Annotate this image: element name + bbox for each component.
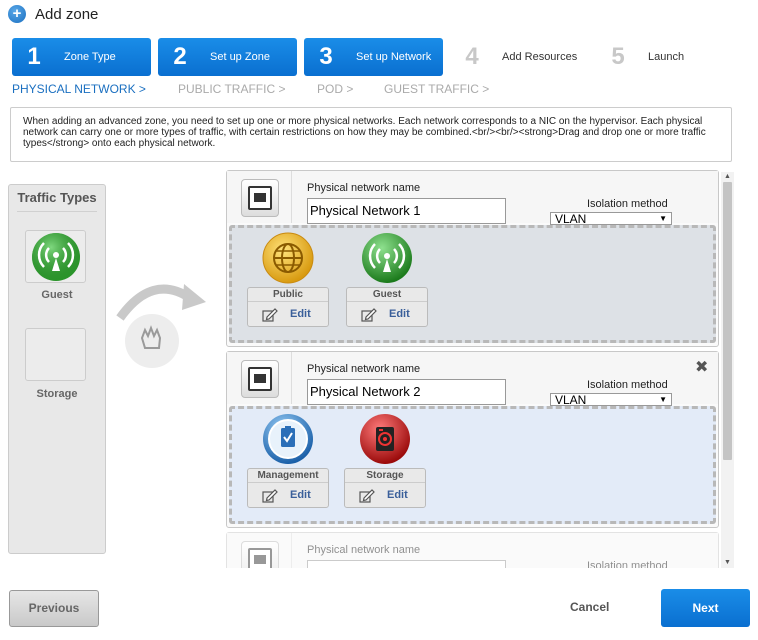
traffic-types-panel: Traffic Types Guest Storage	[8, 184, 106, 554]
traffic-type-guest-draggable[interactable]	[25, 230, 86, 283]
traffic-item-box: Public Edit	[247, 287, 329, 327]
step-label: Zone Type	[64, 51, 116, 63]
traffic-type-storage-slot	[25, 328, 86, 381]
isolation-method-select[interactable]: VLAN ▼	[550, 393, 672, 406]
scroll-up-icon[interactable]: ▲	[721, 172, 734, 182]
isolation-method-value: VLAN	[555, 212, 587, 225]
network-header: Physical network name Physical Network 1…	[227, 171, 718, 225]
edit-label: Edit	[387, 489, 408, 501]
chevron-down-icon: ▼	[659, 395, 667, 404]
pencil-icon	[361, 308, 377, 322]
network-name-label: Physical network name	[307, 544, 421, 556]
network-header: Physical network name Physical Network 2…	[227, 352, 718, 406]
subtab-physical-network[interactable]: PHYSICAL NETWORK >	[12, 82, 146, 96]
step-number: 4	[465, 43, 479, 70]
physical-network-2: Physical network name Physical Network 2…	[226, 351, 719, 528]
scroll-down-icon[interactable]: ▼	[721, 558, 734, 568]
public-traffic-icon	[262, 232, 314, 284]
management-traffic-icon	[263, 414, 313, 464]
traffic-item-name: Management	[248, 469, 328, 483]
edit-label: Edit	[290, 308, 311, 320]
isolation-method-value: VLAN	[555, 393, 587, 406]
pencil-icon	[262, 489, 278, 503]
step-zone-type[interactable]: 1 Zone Type	[12, 38, 151, 76]
step-label: Set up Network	[356, 51, 432, 63]
edit-traffic-button[interactable]: Edit	[248, 484, 328, 508]
traffic-item-box: Guest Edit	[346, 287, 428, 327]
isolation-method-select[interactable]: VLAN ▼	[550, 212, 672, 225]
step-number: 5	[611, 43, 625, 70]
physical-network-1: Physical network name Physical Network 1…	[226, 170, 719, 347]
step-label: Launch	[648, 51, 685, 63]
nic-icon	[241, 360, 279, 398]
step-number: 1	[27, 43, 41, 70]
title-bar: + Add zone	[8, 4, 98, 24]
traffic-item-name: Public	[248, 288, 328, 302]
traffic-item-name: Guest	[347, 288, 427, 302]
chevron-down-icon: ▼	[659, 214, 667, 223]
traffic-type-guest-label: Guest	[41, 289, 73, 301]
subtab-pod[interactable]: POD >	[317, 82, 353, 96]
step-launch: 5 Launch	[596, 38, 735, 76]
edit-traffic-button[interactable]: Edit	[345, 484, 425, 508]
isolation-method-label: Isolation method	[587, 198, 668, 210]
traffic-item-box: Management Edit	[247, 468, 329, 508]
network-header: Physical network name Isolation method	[227, 533, 718, 568]
traffic-type-storage-label: Storage	[36, 388, 78, 400]
pencil-icon	[262, 308, 278, 322]
nic-icon	[241, 179, 279, 217]
step-add-resources: 4 Add Resources	[450, 38, 589, 76]
subtab-guest-traffic[interactable]: GUEST TRAFFIC >	[384, 82, 489, 96]
wizard-steps: 1 Zone Type 2 Set up Zone 3 Set up Netwo…	[12, 38, 747, 76]
traffic-item-box: Storage Edit	[344, 468, 426, 508]
guest-traffic-icon	[32, 233, 80, 281]
edit-traffic-button[interactable]: Edit	[347, 303, 427, 327]
next-button[interactable]: Next	[661, 589, 750, 627]
subtab-public-traffic[interactable]: PUBLIC TRAFFIC >	[178, 82, 285, 96]
step-label: Set up Zone	[210, 51, 270, 63]
networks-scrollbar[interactable]: ▲ ▼	[721, 172, 734, 568]
traffic-types-title: Traffic Types	[17, 190, 97, 205]
description-text: When adding an advanced zone, you need t…	[10, 107, 732, 162]
remove-network-icon[interactable]: ✖	[695, 357, 708, 377]
window-title: Add zone	[35, 5, 99, 23]
add-zone-icon: +	[8, 5, 26, 23]
cancel-button[interactable]: Cancel	[570, 600, 609, 614]
step-label: Add Resources	[502, 51, 578, 63]
network-name-input[interactable]	[307, 560, 506, 568]
previous-button[interactable]: Previous	[9, 590, 99, 627]
scroll-thumb[interactable]	[723, 182, 732, 460]
guest-traffic-icon	[362, 233, 412, 283]
isolation-method-label: Isolation method	[587, 379, 668, 391]
network-name-label: Physical network name	[307, 182, 421, 194]
edit-label: Edit	[290, 489, 311, 501]
edit-label: Edit	[389, 308, 410, 320]
step-set-up-network[interactable]: 3 Set up Network	[304, 38, 443, 76]
divider	[17, 211, 97, 212]
nic-icon	[241, 541, 279, 568]
traffic-drop-zone[interactable]: Management Edit Storage Edit	[229, 406, 716, 524]
drag-hint-icon	[116, 284, 206, 368]
edit-traffic-button[interactable]: Edit	[248, 303, 328, 327]
step-set-up-zone[interactable]: 2 Set up Zone	[158, 38, 297, 76]
isolation-method-label: Isolation method	[587, 560, 668, 568]
step-number: 2	[173, 43, 187, 70]
physical-network-3: Physical network name Isolation method	[226, 532, 719, 568]
network-name-input[interactable]: Physical Network 1	[307, 198, 506, 224]
traffic-item-name: Storage	[345, 469, 425, 483]
storage-traffic-icon	[360, 414, 410, 464]
physical-networks-list: Physical network name Physical Network 1…	[226, 170, 734, 568]
pencil-icon	[359, 489, 375, 503]
traffic-drop-zone[interactable]: Public Edit Guest Edit	[229, 225, 716, 343]
step-number: 3	[319, 43, 333, 70]
network-name-input[interactable]: Physical Network 2	[307, 379, 506, 405]
network-name-label: Physical network name	[307, 363, 421, 375]
